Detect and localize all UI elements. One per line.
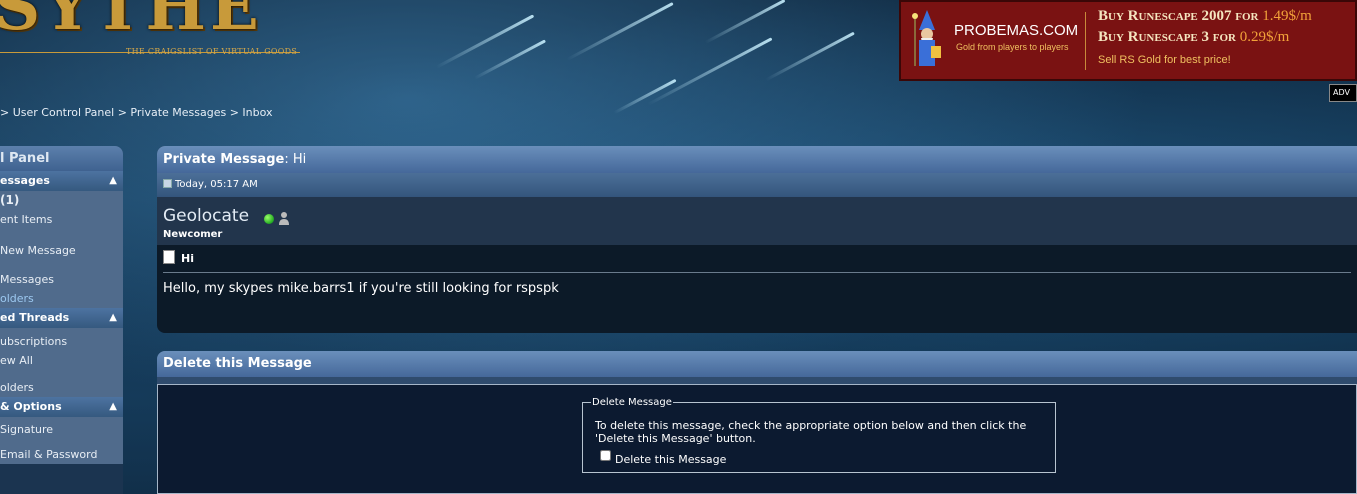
logo-tagline: THE CRAIGSLIST OF VIRTUAL GOODS: [126, 47, 298, 56]
background-streak: [765, 31, 855, 82]
background-streak: [704, 0, 786, 44]
private-message-header: Private Message: Hi: [157, 146, 1357, 173]
ad-badge[interactable]: ADV: [1329, 84, 1357, 102]
background-streak: [435, 14, 535, 69]
background-streak: [566, 2, 674, 61]
sender-username[interactable]: Geolocate: [163, 206, 249, 226]
collapse-arrow-icon[interactable]: ▲: [109, 171, 117, 191]
sidebar-item-sent[interactable]: ent Items: [0, 210, 123, 229]
post-icon: [163, 179, 172, 188]
delete-message-panel: Delete this Message Delete Message To de…: [157, 351, 1357, 494]
sidebar-section-label: & Options: [0, 400, 62, 413]
sidebar-section-label: ed Threads: [0, 311, 70, 324]
sender-info: Geolocate Newcomer: [157, 197, 1357, 245]
message-subject-row: Hi: [163, 245, 1351, 273]
collapse-arrow-icon[interactable]: ▲: [109, 308, 117, 328]
private-message-panel: Private Message: Hi Today, 05:17 AM Geol…: [157, 146, 1357, 333]
message-body: Hello, my skypes mike.barrs1 if you're s…: [163, 281, 559, 296]
collapse-arrow-icon[interactable]: ▲: [109, 397, 117, 417]
sidebar-item-email-password[interactable]: Email & Password: [0, 445, 123, 464]
message-content: Hi Hello, my skypes mike.barrs1 if you'r…: [157, 245, 1357, 296]
sidebar-item-view-all[interactable]: ew All: [0, 351, 123, 370]
ad-site-name: PROBEMAS.COM: [954, 22, 1079, 39]
delete-panel-title: Delete this Message: [157, 351, 1357, 377]
message-date: Today, 05:17 AM: [175, 179, 258, 190]
ad-offer-rs3: Buy Runescape 3 for 0.29$/m: [1098, 29, 1289, 46]
private-message-title: Private Message: [163, 152, 285, 167]
ad-sell-link[interactable]: Sell RS Gold for best price!: [1098, 54, 1231, 66]
ad-offer-2007: Buy Runescape 2007 for 1.49$/m: [1098, 8, 1312, 25]
sidebar-item-new-message[interactable]: New Message: [0, 241, 123, 260]
delete-instructions: To delete this message, check the approp…: [595, 419, 1027, 445]
sidebar-section-settings-options[interactable]: & Options ▲: [0, 397, 123, 417]
sidebar-item-track-messages[interactable]: Messages: [0, 270, 123, 289]
sidebar-section-subscribed-threads[interactable]: ed Threads ▲: [0, 308, 123, 328]
ad-banner[interactable]: PROBEMAS.COM Gold from players to player…: [899, 0, 1357, 81]
private-message-title-subject: : Hi: [284, 152, 307, 167]
sidebar-item-edit-signature[interactable]: Signature: [0, 417, 123, 439]
sender-rank: Newcomer: [163, 229, 223, 240]
background-streak: [647, 37, 773, 106]
delete-message-checkbox[interactable]: [600, 450, 611, 461]
ad-offer-price: 0.29$/m: [1239, 29, 1290, 45]
ad-offer-text: Buy Runescape 2007 for: [1098, 8, 1263, 24]
message-subject: Hi: [181, 252, 194, 265]
ad-offer-text: Buy Runescape 3 for: [1098, 29, 1240, 45]
sidebar-item-inbox[interactable]: (1): [0, 191, 123, 210]
document-icon: [163, 250, 175, 264]
sidebar-item-list-subscriptions[interactable]: ubscriptions: [0, 328, 123, 351]
user-profile-icon[interactable]: [279, 211, 289, 225]
control-panel-sidebar: l Panel essages ▲ (1) ent Items New Mess…: [0, 146, 123, 494]
background-streak: [473, 39, 547, 80]
online-status-icon: [264, 214, 274, 224]
message-date-bar: Today, 05:17 AM: [157, 173, 1357, 197]
ad-divider: [1085, 12, 1086, 70]
breadcrumb[interactable]: > User Control Panel > Private Messages …: [0, 106, 273, 119]
sidebar-item-subscription-folders[interactable]: olders: [0, 378, 123, 397]
delete-message-checkbox-label[interactable]: Delete this Message: [615, 453, 726, 466]
sidebar-section-label: essages: [0, 174, 50, 187]
ad-offer-price: 1.49$/m: [1262, 8, 1312, 24]
delete-fieldset: Delete Message To delete this message, c…: [582, 397, 1056, 473]
sidebar-title: l Panel: [0, 146, 123, 171]
logo-wordmark: SYTHE: [0, 0, 263, 45]
sidebar-item-edit-folders[interactable]: olders: [0, 289, 123, 308]
background-streak: [613, 78, 677, 115]
delete-fieldset-legend: Delete Message: [592, 397, 672, 408]
site-logo[interactable]: SYTHE THE CRAIGSLIST OF VIRTUAL GOODS: [0, 0, 300, 62]
delete-panel-body: Delete Message To delete this message, c…: [157, 384, 1357, 494]
wizard-icon: [912, 10, 941, 66]
sidebar-section-messages[interactable]: essages ▲: [0, 171, 123, 191]
ad-site-subtitle: Gold from players to players: [956, 42, 1069, 52]
